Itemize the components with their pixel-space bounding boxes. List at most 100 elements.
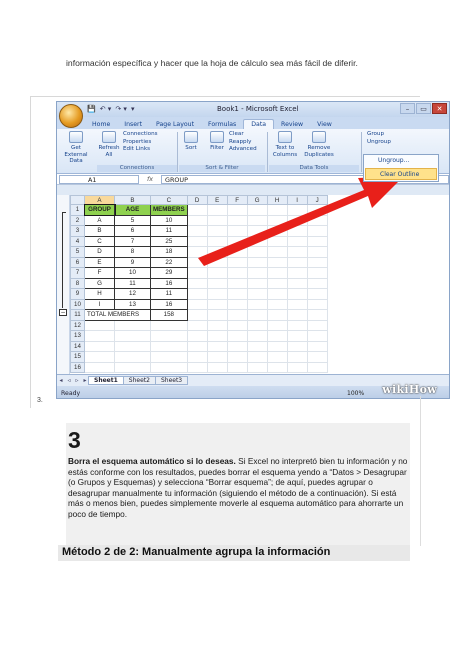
cell[interactable] (246, 277, 268, 289)
cell[interactable] (206, 319, 228, 331)
cell[interactable] (266, 309, 288, 321)
column-header[interactable]: J (306, 195, 328, 205)
cell[interactable] (246, 309, 268, 321)
cell[interactable] (266, 351, 288, 363)
cell[interactable] (150, 361, 188, 373)
cell[interactable] (286, 225, 308, 237)
cell[interactable] (266, 246, 288, 258)
cell[interactable] (246, 298, 268, 310)
cell[interactable] (266, 204, 288, 216)
cell[interactable] (306, 330, 328, 342)
tab-review[interactable]: Review (274, 120, 310, 129)
cell[interactable] (84, 319, 115, 331)
cell[interactable] (186, 319, 208, 331)
row-header[interactable]: 16 (70, 361, 85, 373)
column-header[interactable]: C (150, 195, 188, 205)
cell[interactable] (186, 340, 208, 352)
cell[interactable] (246, 246, 268, 258)
prev-sheet-button[interactable]: ◃ (65, 377, 73, 384)
cell[interactable] (206, 309, 228, 321)
cell[interactable] (286, 319, 308, 331)
refresh-all-button[interactable]: Refresh All (97, 131, 121, 158)
cell[interactable] (186, 225, 208, 237)
cell[interactable] (306, 214, 328, 226)
save-icon[interactable]: 💾 (87, 105, 96, 113)
row-header[interactable]: 9 (70, 288, 85, 300)
cell[interactable] (286, 330, 308, 342)
cell[interactable] (306, 204, 328, 216)
cell[interactable] (150, 319, 188, 331)
name-box[interactable]: A1 (59, 174, 139, 184)
cell[interactable] (150, 340, 188, 352)
cell[interactable]: 10 (114, 267, 151, 279)
cell[interactable] (306, 361, 328, 373)
first-sheet-button[interactable]: ◂ (57, 377, 65, 384)
sheet-tab-2[interactable]: Sheet2 (122, 376, 156, 385)
cell[interactable] (226, 267, 248, 279)
cell[interactable] (286, 298, 308, 310)
customize-icon[interactable]: ▾ (131, 105, 135, 113)
cell[interactable]: 8 (114, 246, 151, 258)
cell[interactable] (226, 309, 248, 321)
cell[interactable]: 10 (150, 214, 188, 226)
cell[interactable]: 11 (150, 225, 188, 237)
row-header[interactable]: 13 (70, 330, 85, 342)
cell[interactable] (306, 277, 328, 289)
column-header[interactable]: F (226, 195, 248, 205)
cell[interactable] (206, 288, 228, 300)
cell[interactable] (226, 277, 248, 289)
cell[interactable] (306, 246, 328, 258)
cell[interactable] (186, 246, 208, 258)
column-header[interactable]: B (114, 195, 151, 205)
cell[interactable] (286, 204, 308, 216)
cell[interactable] (266, 277, 288, 289)
cell[interactable] (84, 330, 115, 342)
cell[interactable] (226, 235, 248, 247)
cell[interactable] (266, 256, 288, 268)
cell[interactable] (186, 235, 208, 247)
cell[interactable]: I (84, 298, 115, 310)
cell[interactable] (226, 361, 248, 373)
cell[interactable] (150, 351, 188, 363)
cell[interactable]: 11 (114, 277, 151, 289)
cell[interactable]: 9 (114, 256, 151, 268)
cell[interactable]: 22 (150, 256, 188, 268)
cell[interactable] (286, 361, 308, 373)
cell[interactable] (286, 246, 308, 258)
cell[interactable] (246, 319, 268, 331)
cell[interactable]: 7 (114, 235, 151, 247)
cell[interactable] (186, 309, 208, 321)
fx-icon[interactable]: fx (139, 175, 161, 183)
cell[interactable] (150, 330, 188, 342)
cell[interactable] (186, 298, 208, 310)
cell[interactable] (226, 246, 248, 258)
cell[interactable] (246, 235, 268, 247)
cell[interactable] (84, 361, 115, 373)
cell[interactable]: A (84, 214, 115, 226)
cell[interactable] (114, 361, 151, 373)
cell[interactable] (246, 351, 268, 363)
cell[interactable] (186, 330, 208, 342)
cell[interactable] (206, 267, 228, 279)
cell[interactable] (206, 340, 228, 352)
cell[interactable] (246, 204, 268, 216)
reapply-button[interactable]: Reapply (229, 139, 265, 146)
cell[interactable] (206, 298, 228, 310)
cell[interactable] (206, 204, 228, 216)
cell[interactable]: 16 (150, 277, 188, 289)
get-external-data-button[interactable]: Get External Data (60, 131, 92, 165)
office-button[interactable] (59, 104, 83, 128)
row-header[interactable]: 4 (70, 235, 85, 247)
tab-data[interactable]: Data (243, 119, 275, 129)
cell[interactable] (206, 351, 228, 363)
undo-icon[interactable]: ↶ ▾ (100, 105, 112, 113)
tab-home[interactable]: Home (85, 120, 117, 129)
text-to-columns-button[interactable]: Text to Columns (271, 131, 299, 158)
cell[interactable] (246, 340, 268, 352)
row-header[interactable]: 5 (70, 246, 85, 258)
row-header[interactable]: 3 (70, 225, 85, 237)
row-header[interactable]: 11 (70, 309, 85, 321)
cell[interactable] (286, 277, 308, 289)
cell[interactable]: B (84, 225, 115, 237)
cell[interactable] (186, 204, 208, 216)
